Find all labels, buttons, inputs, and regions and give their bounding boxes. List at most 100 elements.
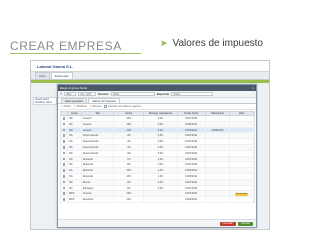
repercutir-select[interactable]: Todos	[171, 92, 214, 96]
current-values-checkbox[interactable]	[104, 105, 108, 108]
col-header-fecha[interactable]: Fecha	[114, 112, 145, 115]
row-select-checkbox[interactable]	[62, 122, 66, 126]
nav-tab-inicio[interactable]: Inicio	[35, 72, 51, 79]
row-checkbox[interactable]	[61, 133, 68, 139]
col-header-desde[interactable]: Desde fecha	[178, 112, 206, 115]
cell-tipo: General	[82, 191, 115, 197]
row-checkbox[interactable]	[61, 197, 68, 202]
row-checkbox[interactable]	[61, 162, 68, 168]
tab-datos-generales[interactable]: Datos generales	[61, 98, 88, 103]
row-checkbox[interactable]	[61, 185, 68, 191]
vat-range-field[interactable]: 1% - 12%	[78, 92, 97, 96]
cell-grupo: IVA	[68, 173, 82, 179]
cell-desde: 01/07/2010	[178, 150, 206, 156]
cell-recargo: 1,4%	[144, 168, 178, 173]
add-label: Añadir	[63, 105, 71, 108]
cell-recargo: 0,5%	[144, 139, 178, 144]
cell-porcentaje: 21%	[114, 197, 145, 202]
modify-button[interactable]: ✎ Modificar	[74, 105, 87, 108]
nav-tab-empresas[interactable]: Empresas	[51, 72, 73, 79]
row-select-checkbox[interactable]	[62, 117, 66, 120]
row-select-checkbox[interactable]	[62, 146, 66, 149]
col-header-select[interactable]	[61, 112, 68, 115]
cell-grupo: IVA	[68, 179, 82, 185]
cell-tipo: General	[82, 121, 115, 127]
cell-recargo: 0,0%	[144, 185, 178, 191]
cell-tipo: Superreducido	[82, 144, 115, 150]
row-select-checkbox[interactable]	[62, 151, 66, 155]
magnifier-icon[interactable]: ⚲	[60, 92, 62, 96]
tab-valores-impuestos[interactable]: Valores de impuestos	[88, 98, 121, 103]
current-values-toggle[interactable]: Mostrar solo valores vigentes	[104, 105, 141, 108]
cell-recargo: 0,5%	[144, 133, 178, 139]
col-header-grupo[interactable]: Grupo	[68, 112, 82, 115]
row-select-checkbox[interactable]	[62, 180, 66, 184]
year-field[interactable]: 2011	[64, 92, 77, 96]
close-icon[interactable]: ×	[252, 86, 254, 90]
col-header-recargo[interactable]: Recargo equivalencia	[144, 112, 178, 115]
add-button[interactable]: + Añadir	[61, 105, 71, 108]
row-checkbox[interactable]	[61, 116, 68, 121]
cell-recargo: 4,0%	[144, 116, 178, 121]
dialog-footer: Cancelar Aceptar	[58, 219, 256, 227]
devolver-select[interactable]: Todos	[110, 92, 155, 96]
cell-desde: 01/09/2012	[178, 168, 206, 173]
row-checkbox[interactable]	[61, 127, 68, 133]
cell-porcentaje: 16%	[114, 116, 145, 121]
row-select-checkbox[interactable]	[62, 128, 66, 132]
row-select-checkbox[interactable]	[62, 175, 66, 178]
dialog-title: Elegir el grupo fiscal	[60, 86, 88, 90]
add-icon: +	[61, 105, 63, 108]
title-underline	[10, 53, 141, 54]
side-item-modify[interactable]: Modificar datos	[34, 101, 56, 104]
row-checkbox[interactable]	[61, 156, 68, 162]
accept-button[interactable]: Aceptar	[238, 221, 253, 226]
row-select-checkbox[interactable]	[62, 134, 66, 138]
col-header-tipo[interactable]: Tipo	[82, 112, 115, 115]
table-row[interactable]: IRPF Retención 21% 01/09/2012	[60, 197, 255, 203]
row-checkbox[interactable]	[61, 168, 68, 173]
cell-tipo: General	[82, 127, 115, 133]
cell-tipo: Superreducido	[82, 150, 115, 156]
cell-recargo: 1,0%	[144, 156, 178, 162]
cell-hasta	[206, 133, 231, 139]
row-select-checkbox[interactable]	[62, 169, 66, 172]
row-checkbox[interactable]	[61, 144, 68, 150]
bullet-text: Valores de impuesto	[172, 38, 263, 49]
bullet-item: ➤ Valores de impuesto	[160, 38, 263, 49]
filter-bar: ⚲ 2011 1% - 12% Devolver Todos Repercuti…	[58, 91, 256, 98]
row-checkbox[interactable]	[61, 139, 68, 144]
cell-desde: 01/07/2010	[178, 144, 206, 150]
cell-porcentaje: 15%	[114, 191, 145, 197]
cell-desde: 01/07/2010	[178, 179, 206, 185]
cell-desde: 01/07/2010	[178, 133, 206, 139]
cell-hasta	[206, 173, 231, 179]
col-header-hasta[interactable]: Hasta fecha	[206, 112, 231, 115]
cell-valor	[230, 162, 255, 168]
row-select-checkbox[interactable]	[62, 198, 66, 201]
row-select-checkbox[interactable]	[62, 140, 66, 143]
cell-hasta: 31/08/2012	[206, 127, 231, 133]
devolver-label: Devolver	[98, 92, 109, 96]
delete-button[interactable]: × Eliminar	[90, 105, 102, 108]
row-select-checkbox[interactable]	[62, 186, 66, 190]
cell-hasta	[206, 150, 231, 156]
row-checkbox[interactable]	[61, 191, 68, 197]
row-select-checkbox[interactable]	[62, 157, 66, 161]
cancel-button[interactable]: Cancelar	[219, 221, 237, 226]
row-select-checkbox[interactable]	[62, 163, 66, 167]
cell-porcentaje: 8%	[114, 162, 145, 168]
cell-tipo: Extranjero	[82, 185, 115, 191]
modify-label: Modificar	[76, 105, 87, 108]
row-checkbox[interactable]	[61, 121, 68, 127]
row-checkbox[interactable]	[61, 179, 68, 185]
row-checkbox[interactable]	[61, 150, 68, 156]
cell-grupo: IVA	[68, 162, 82, 168]
cell-hasta	[206, 144, 231, 150]
col-header-valor[interactable]: Valor	[230, 112, 254, 115]
cell-grupo: IVA	[68, 139, 82, 144]
row-select-checkbox[interactable]	[62, 192, 66, 196]
cell-hasta	[206, 185, 231, 191]
cell-tipo: General	[82, 116, 115, 121]
row-checkbox[interactable]	[61, 173, 68, 179]
